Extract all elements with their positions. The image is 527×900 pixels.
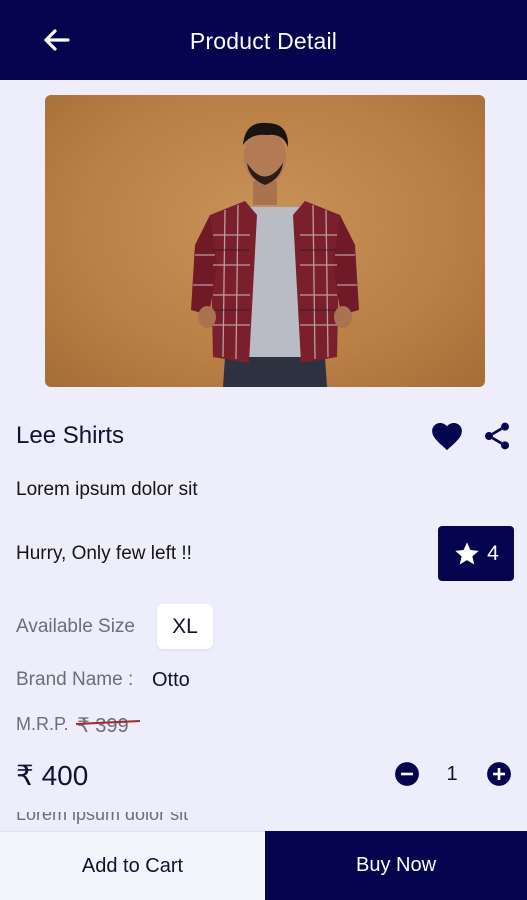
brand-label: Brand Name : — [16, 669, 134, 690]
quantity-decrease-button[interactable] — [394, 761, 420, 787]
share-button[interactable] — [481, 420, 513, 452]
favorite-button[interactable] — [430, 420, 464, 452]
plus-circle-icon — [487, 762, 511, 786]
size-option-xl[interactable]: XL — [157, 604, 213, 649]
quantity-increase-button[interactable] — [486, 761, 512, 787]
heart-icon — [432, 422, 462, 451]
product-name: Lee Shirts — [16, 422, 125, 449]
minus-circle-icon — [395, 762, 419, 786]
add-to-cart-button[interactable]: Add to Cart — [0, 831, 265, 900]
product-image — [45, 95, 485, 387]
stock-message: Hurry, Only few left !! — [16, 543, 192, 564]
rating-badge: 4 — [438, 526, 514, 581]
product-description: Lorem ipsum dolor sit — [16, 479, 198, 500]
back-button[interactable] — [38, 24, 74, 56]
mrp-strikethrough — [75, 720, 141, 725]
buy-now-button[interactable]: Buy Now — [265, 831, 527, 900]
model-photo — [191, 122, 359, 387]
mrp-label: M.R.P. — [16, 714, 69, 734]
product-price: ₹ 400 — [16, 760, 89, 791]
available-size-label: Available Size — [16, 616, 136, 637]
arrow-left-icon — [44, 29, 70, 51]
share-icon — [485, 422, 509, 450]
star-icon — [455, 541, 479, 564]
app-header: Product Detail — [0, 0, 527, 80]
partially-hidden-text-content: Lorem ipsum dolor sit — [16, 812, 189, 824]
brand-value: Otto — [152, 669, 190, 691]
rating-value: 4 — [487, 541, 499, 565]
bottom-action-bar: Add to Cart Buy Now — [0, 831, 527, 900]
quantity-value: 1 — [446, 763, 458, 785]
page-title: Product Detail — [189, 27, 338, 54]
partially-hidden-text: Lorem ipsum dolor sit — [16, 812, 256, 826]
